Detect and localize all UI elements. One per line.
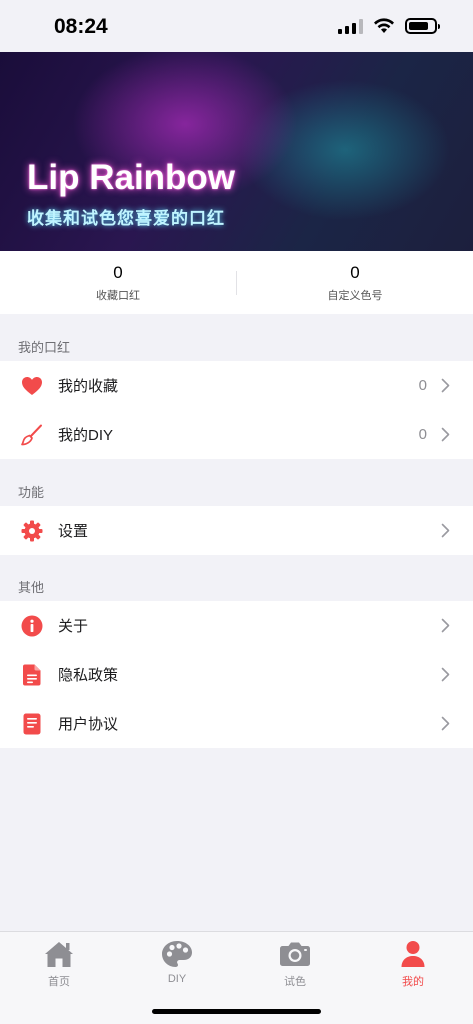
heart-icon	[20, 374, 44, 398]
tab-home[interactable]: 首页	[19, 938, 99, 989]
row-my-favorites[interactable]: 我的收藏 0	[0, 361, 473, 410]
chevron-right-icon	[441, 378, 451, 394]
row-label: 隐私政策	[58, 667, 119, 684]
tab-try-on[interactable]: 试色	[255, 938, 335, 989]
tab-label: 我的	[402, 976, 424, 988]
tab-diy[interactable]: DIY	[137, 938, 217, 985]
diy-count: 0	[418, 426, 427, 443]
chevron-right-icon	[441, 523, 451, 539]
chevron-right-icon	[441, 618, 451, 634]
status-bar: 08:24	[0, 0, 473, 52]
row-about[interactable]: 关于	[0, 601, 473, 650]
stat-label: 自定义色号	[327, 290, 383, 302]
section-header-my-lipsticks: 我的口红	[18, 340, 71, 355]
row-user-agreement[interactable]: 用户协议	[0, 699, 473, 748]
person-icon	[373, 938, 453, 970]
agreement-icon	[20, 712, 44, 736]
chevron-right-icon	[441, 427, 451, 443]
section-header-features: 功能	[18, 485, 45, 500]
group-features: 设置	[0, 506, 473, 555]
tab-label: DIY	[167, 973, 187, 985]
chevron-right-icon	[441, 716, 451, 732]
hero-subtitle: 收集和试色您喜爱的口红	[27, 209, 225, 228]
gear-icon	[20, 519, 44, 543]
status-icons	[338, 18, 440, 34]
row-label: 用户协议	[58, 716, 119, 733]
hero-banner: Lip Rainbow 收集和试色您喜爱的口红	[0, 52, 473, 251]
document-icon	[20, 663, 44, 687]
home-icon	[19, 938, 99, 970]
stat-custom-shades[interactable]: 0 自定义色号	[237, 262, 473, 303]
row-settings[interactable]: 设置	[0, 506, 473, 555]
row-label: 设置	[58, 523, 89, 540]
info-icon	[20, 614, 44, 638]
status-time: 08:24	[54, 15, 108, 38]
row-privacy-policy[interactable]: 隐私政策	[0, 650, 473, 699]
row-label: 我的收藏	[58, 378, 119, 395]
tab-label: 试色	[284, 976, 306, 988]
chevron-right-icon	[441, 667, 451, 683]
favorites-count: 0	[418, 377, 427, 394]
stat-label: 收藏口红	[96, 290, 140, 302]
group-other: 关于 隐私政策 用户协议	[0, 601, 473, 748]
cellular-signal-icon	[338, 18, 363, 34]
brush-icon	[20, 423, 44, 447]
tab-mine[interactable]: 我的	[373, 938, 453, 989]
camera-icon	[255, 938, 335, 970]
stat-value: 0	[350, 263, 360, 282]
stat-value: 0	[113, 263, 123, 282]
tab-label: 首页	[48, 976, 70, 988]
row-label: 我的DIY	[58, 427, 114, 444]
battery-icon	[405, 18, 440, 34]
row-my-diy[interactable]: 我的DIY 0	[0, 410, 473, 459]
stats-row: 0 收藏口红 0 自定义色号	[0, 251, 473, 314]
home-indicator	[152, 1009, 321, 1014]
stat-favorite-lipsticks[interactable]: 0 收藏口红	[0, 262, 236, 303]
palette-icon	[137, 938, 217, 970]
wifi-icon	[374, 18, 394, 33]
section-header-other: 其他	[18, 580, 45, 595]
group-my-lipsticks: 我的收藏 0 我的DIY 0	[0, 361, 473, 459]
row-label: 关于	[58, 618, 89, 635]
hero-title: Lip Rainbow	[27, 158, 236, 197]
